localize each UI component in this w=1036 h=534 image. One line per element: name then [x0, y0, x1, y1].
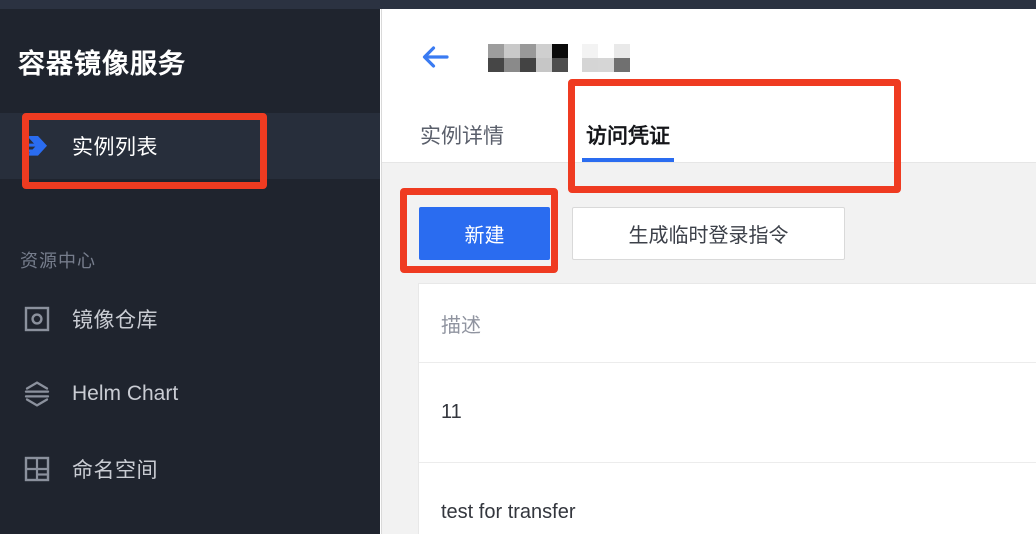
sidebar-section-label: 资源中心 — [20, 251, 96, 271]
toolbar: 新建 生成临时登录指令 — [419, 207, 845, 260]
product-title: 容器镜像服务 — [18, 48, 186, 79]
create-button[interactable]: 新建 — [419, 207, 550, 260]
redacted-row — [582, 44, 630, 58]
tab-instance-detail[interactable]: 实例详情 — [420, 120, 504, 162]
content-area: 实例详情 访问凭证 新建 生成临时登录指令 描述 11 test for tra… — [381, 9, 1036, 534]
table-column-header-description: 描述 — [419, 284, 1036, 363]
top-strip — [0, 0, 1036, 9]
app-root: 容器镜像服务 实例列表 资源中心 镜像仓库 Helm Chart 命名空间 实例… — [0, 0, 1036, 534]
page-header: 实例详情 访问凭证 — [382, 9, 1036, 163]
breadcrumb — [420, 42, 630, 72]
sidebar-item-label: 镜像仓库 — [72, 309, 158, 332]
sidebar-item-helm-chart[interactable]: Helm Chart — [0, 361, 380, 427]
sidebar-item-image-repository[interactable]: 镜像仓库 — [0, 286, 380, 352]
sidebar-item-label: 实例列表 — [72, 136, 158, 159]
redacted-block-group — [488, 44, 568, 72]
sidebar-item-namespace[interactable]: 命名空间 — [0, 436, 380, 502]
redacted-row — [582, 58, 630, 72]
table-row[interactable]: test for transfer — [419, 463, 1036, 534]
sidebar-header: 容器镜像服务 — [0, 9, 380, 113]
redacted-row — [488, 44, 568, 58]
redacted-block-group — [582, 44, 630, 72]
sidebar-item-instance-list[interactable]: 实例列表 — [0, 113, 380, 179]
image-repository-icon — [20, 304, 54, 334]
sidebar-item-label: Helm Chart — [72, 382, 179, 405]
instance-list-icon — [20, 131, 54, 161]
generate-temp-login-command-button[interactable]: 生成临时登录指令 — [572, 207, 845, 260]
redacted-row — [488, 58, 568, 72]
tab-bar: 实例详情 访问凭证 — [420, 120, 674, 162]
back-arrow-icon[interactable] — [420, 43, 452, 71]
table-row[interactable]: 11 — [419, 363, 1036, 463]
sidebar: 容器镜像服务 实例列表 资源中心 镜像仓库 Helm Chart 命名空间 — [0, 9, 380, 534]
helm-chart-icon — [20, 379, 54, 409]
namespace-icon — [20, 454, 54, 484]
sidebar-item-label: 命名空间 — [72, 459, 158, 482]
credentials-table: 描述 11 test for transfer — [418, 283, 1036, 534]
tab-access-credentials[interactable]: 访问凭证 — [582, 120, 674, 162]
page-title-redacted — [488, 44, 630, 72]
